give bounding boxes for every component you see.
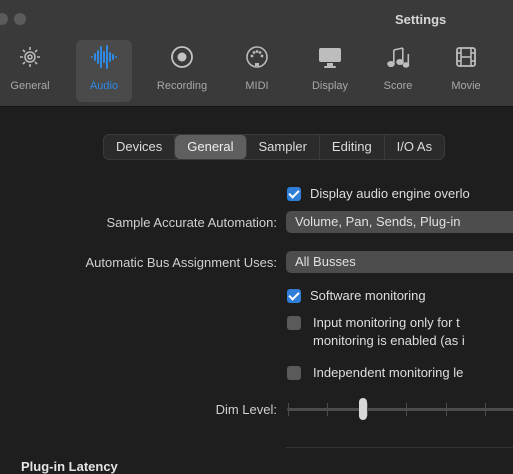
gear-icon bbox=[2, 44, 58, 70]
waveform-icon bbox=[76, 44, 132, 70]
input-monitoring-checkbox[interactable] bbox=[287, 316, 301, 330]
software-monitoring-checkbox[interactable] bbox=[287, 289, 301, 303]
toolbar-item-audio[interactable]: Audio bbox=[76, 40, 132, 102]
toolbar: Settings General Audio Recording MIDI Di… bbox=[0, 0, 513, 107]
independent-monitoring-label: Independent monitoring le bbox=[313, 365, 464, 380]
film-icon bbox=[438, 44, 494, 70]
plugin-latency-heading: Plug-in Latency bbox=[21, 459, 118, 474]
toolbar-label-score: Score bbox=[383, 80, 413, 92]
dim-level-label: Dim Level: bbox=[215, 402, 277, 417]
tab-io-assignments[interactable]: I/O As bbox=[385, 135, 444, 159]
slider-tick bbox=[406, 403, 407, 416]
sample-accurate-popup[interactable]: Volume, Pan, Sends, Plug-in bbox=[286, 211, 513, 233]
input-monitoring-label-line1: Input monitoring only for t bbox=[313, 315, 460, 330]
display-overload-label: Display audio engine overlo bbox=[310, 186, 470, 201]
slider-tick bbox=[327, 403, 328, 416]
display-overload-checkbox[interactable] bbox=[287, 187, 301, 201]
toolbar-label-recording: Recording bbox=[156, 80, 208, 92]
midi-port-icon bbox=[229, 44, 285, 70]
bus-assignment-label: Automatic Bus Assignment Uses: bbox=[85, 255, 277, 270]
toolbar-item-score[interactable]: Score bbox=[370, 40, 426, 102]
toolbar-item-recording[interactable]: Recording bbox=[154, 40, 210, 102]
audio-subtabs: Devices General Sampler Editing I/O As bbox=[103, 134, 446, 160]
music-notes-icon bbox=[370, 44, 426, 70]
toolbar-label-movie: Movie bbox=[451, 80, 481, 92]
independent-monitoring-checkbox[interactable] bbox=[287, 366, 301, 380]
display-icon bbox=[302, 44, 358, 70]
toolbar-item-movie[interactable]: Movie bbox=[438, 40, 494, 102]
toolbar-label-general: General bbox=[10, 80, 50, 92]
window-close-button[interactable] bbox=[0, 13, 8, 25]
bus-assignment-popup[interactable]: All Busses bbox=[286, 251, 513, 273]
slider-tick bbox=[446, 403, 447, 416]
toolbar-item-display[interactable]: Display bbox=[302, 40, 358, 102]
tab-editing[interactable]: Editing bbox=[320, 135, 385, 159]
tab-devices[interactable]: Devices bbox=[104, 135, 176, 159]
window-minimize-button[interactable] bbox=[14, 13, 26, 25]
slider-tick bbox=[485, 403, 486, 416]
toolbar-item-midi[interactable]: MIDI bbox=[229, 40, 285, 102]
tab-general[interactable]: General bbox=[175, 135, 247, 159]
slider-tick bbox=[288, 403, 289, 416]
toolbar-label-audio: Audio bbox=[89, 80, 119, 92]
toolbar-label-display: Display bbox=[311, 80, 349, 92]
record-icon bbox=[154, 44, 210, 70]
slider-tick bbox=[367, 403, 368, 416]
dim-level-slider-track[interactable] bbox=[287, 408, 513, 411]
dim-level-slider-knob[interactable] bbox=[358, 398, 367, 420]
toolbar-item-general[interactable]: General bbox=[2, 40, 58, 102]
software-monitoring-label: Software monitoring bbox=[310, 288, 426, 303]
input-monitoring-label-line2: monitoring is enabled (as i bbox=[313, 333, 465, 348]
tab-sampler[interactable]: Sampler bbox=[247, 135, 320, 159]
toolbar-label-midi: MIDI bbox=[245, 80, 269, 92]
window-title: Settings bbox=[395, 12, 447, 27]
sample-accurate-label: Sample Accurate Automation: bbox=[106, 215, 277, 230]
section-divider bbox=[286, 447, 513, 448]
